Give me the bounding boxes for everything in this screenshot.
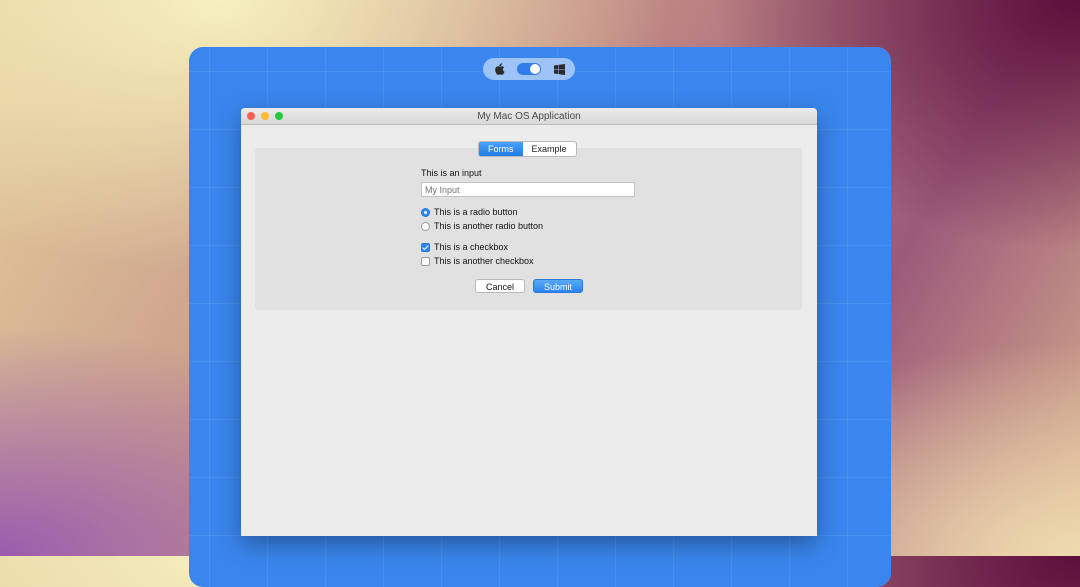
- tab-forms[interactable]: Forms: [479, 142, 523, 156]
- tab-example[interactable]: Example: [523, 142, 576, 156]
- checkbox-label: This is a checkbox: [434, 242, 509, 252]
- radio-option-1[interactable]: This is a radio button: [421, 205, 635, 219]
- os-toggle[interactable]: [517, 63, 541, 75]
- window-controls: [247, 112, 283, 120]
- form: This is an input This is a radio button …: [421, 167, 635, 268]
- text-input[interactable]: [421, 182, 635, 197]
- checkbox[interactable]: [421, 242, 430, 252]
- radio-option-2[interactable]: This is another radio button: [421, 219, 635, 233]
- app-window: My Mac OS Application Forms Example This…: [241, 108, 817, 536]
- checkbox-option-2[interactable]: This is another checkbox: [421, 254, 635, 268]
- close-icon[interactable]: [247, 112, 255, 120]
- os-switcher[interactable]: [483, 58, 575, 80]
- cancel-button[interactable]: Cancel: [475, 279, 526, 293]
- apple-icon[interactable]: [493, 63, 505, 75]
- windows-icon[interactable]: [553, 63, 565, 75]
- title-bar[interactable]: My Mac OS Application: [241, 108, 817, 125]
- window-title: My Mac OS Application: [477, 110, 581, 122]
- checkbox[interactable]: [421, 256, 430, 266]
- radio-button[interactable]: [421, 221, 430, 231]
- form-buttons: Cancel Submit: [475, 279, 584, 293]
- zoom-icon[interactable]: [275, 112, 283, 120]
- minimize-icon[interactable]: [261, 112, 269, 120]
- radio-button[interactable]: [421, 207, 430, 217]
- tab-bar: Forms Example: [478, 141, 577, 157]
- checkbox-option-1[interactable]: This is a checkbox: [421, 240, 635, 254]
- submit-button[interactable]: Submit: [533, 279, 584, 293]
- input-label: This is an input: [421, 168, 482, 178]
- radio-label: This is another radio button: [434, 221, 544, 231]
- checkbox-label: This is another checkbox: [434, 256, 534, 266]
- radio-label: This is a radio button: [434, 207, 518, 217]
